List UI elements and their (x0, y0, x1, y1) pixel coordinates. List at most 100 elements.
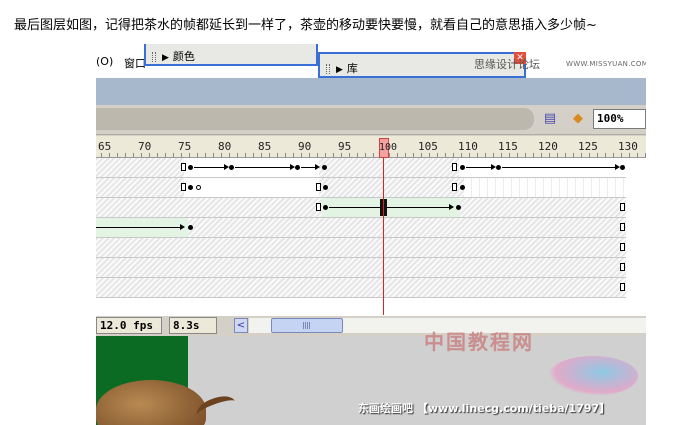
ruler-tick (549, 153, 550, 157)
layer-track-7[interactable] (96, 278, 626, 298)
ruler-tick (173, 153, 174, 157)
ruler-tick (205, 153, 206, 157)
keyframe-dot (295, 165, 300, 170)
ruler-tick (333, 153, 334, 157)
layer-track-3[interactable] (96, 198, 626, 218)
playhead-line (383, 158, 384, 318)
ruler-tick (621, 153, 622, 157)
menu-item-o[interactable]: (O) (96, 55, 113, 68)
ruler-tick (325, 153, 326, 157)
panel-grip[interactable] (326, 64, 330, 74)
ruler-tick (117, 153, 118, 157)
tween-arrowhead (449, 204, 454, 210)
ruler-tick (517, 153, 518, 157)
keyframe-dot (456, 205, 461, 210)
ruler-tick (525, 153, 526, 157)
ruler-tick (277, 153, 278, 157)
layer-track-2[interactable] (96, 178, 626, 198)
scene-breadcrumb-area (96, 108, 534, 130)
timeline-status-bar: 12.0 fps 8.3s < (96, 315, 646, 335)
ruler-tick (405, 153, 406, 157)
menu-item-window[interactable]: 窗口 (124, 55, 146, 71)
end-frame-marker (620, 203, 625, 211)
ruler-tick (605, 153, 606, 157)
ruler-tick (149, 153, 150, 157)
scroll-left-button[interactable]: < (234, 318, 248, 333)
ruler-tick (309, 153, 310, 157)
ruler-tick (317, 153, 318, 157)
ruler-tick (597, 153, 598, 157)
ruler-label: 95 (338, 140, 352, 153)
time-readout: 8.3s (169, 317, 217, 334)
tween-arrow (301, 167, 315, 168)
ruler-label: 115 (498, 140, 518, 153)
color-panel-title: 颜色 (172, 50, 195, 63)
ruler-tick (397, 153, 398, 157)
keyframe-dot (188, 185, 193, 190)
ruler-tick (349, 153, 350, 157)
ruler-tick (253, 153, 254, 157)
tween-arrowhead (315, 164, 320, 170)
keyframe-dot (460, 185, 465, 190)
ruler-tick (493, 153, 494, 157)
frame-span (464, 178, 626, 197)
fps-readout[interactable]: 12.0 fps (96, 317, 162, 334)
watermark-bottom: 东画绘画吧 【www.linecg.com/tieba/1797】 (358, 402, 611, 415)
ruler-tick (181, 153, 182, 157)
panel-grip[interactable] (152, 52, 156, 62)
ruler-tick (485, 153, 486, 157)
ruler-tick (589, 153, 590, 157)
ruler-tick (557, 153, 558, 157)
frame-span (184, 178, 319, 197)
ruler-tick (373, 153, 374, 157)
watermark-top-url: WWW.MISSYUAN.COM (566, 60, 646, 68)
end-frame-marker (181, 183, 186, 191)
timeline-ruler[interactable]: 65 70 75 80 85 90 95 105 110 115 120 125 130 (96, 136, 646, 158)
zoom-field[interactable]: 100% (593, 109, 646, 129)
keyframe-dot (188, 225, 193, 230)
edit-scene-icon[interactable]: ▤ (540, 110, 560, 128)
ruler-tick (645, 153, 646, 157)
timeline-frames (96, 158, 646, 318)
ruler-tick (637, 153, 638, 157)
end-frame-marker (452, 183, 457, 191)
end-frame-marker (620, 243, 625, 251)
ruler-tick (365, 153, 366, 157)
layer-track-6[interactable] (96, 258, 626, 278)
edit-symbol-icon[interactable]: ◆ (568, 110, 588, 128)
ruler-tick (437, 153, 438, 157)
ruler-tick (389, 153, 390, 157)
ruler-tick (533, 153, 534, 157)
ruler-tick (285, 153, 286, 157)
scrollbar-thumb[interactable] (271, 318, 343, 333)
expand-arrow-icon[interactable]: ▶ (336, 65, 343, 75)
layer-track-5[interactable] (96, 238, 626, 258)
keyframe-dot (496, 165, 501, 170)
ruler-tick (101, 153, 102, 157)
layer-track-1[interactable] (96, 158, 626, 178)
ruler-tick (237, 153, 238, 157)
ruler-label: 85 (258, 140, 272, 153)
ruler-tick (165, 153, 166, 157)
tween-arrow (194, 167, 224, 168)
ruler-label: 75 (178, 140, 192, 153)
keyframe-dot (323, 205, 328, 210)
expand-arrow-icon[interactable]: ▶ (162, 53, 169, 63)
tween-arrow (96, 227, 180, 228)
ruler-tick (429, 153, 430, 157)
ruler-tick (197, 153, 198, 157)
tween-arrow (466, 167, 491, 168)
edit-toolbar: ▤ ◆ 100% (96, 105, 646, 135)
playhead-frame[interactable]: 100 (379, 138, 397, 158)
keyframe-dot (460, 165, 465, 170)
ruler-tick (613, 153, 614, 157)
layer-track-4[interactable] (96, 218, 626, 238)
ruler-tick (269, 153, 270, 157)
ruler-label: 80 (218, 140, 232, 153)
ruler-label: 90 (298, 140, 312, 153)
tween-arrowhead (180, 224, 185, 230)
ruler-tick (109, 153, 110, 157)
ruler-tick (565, 153, 566, 157)
color-panel[interactable]: ▶ 颜色 (144, 44, 318, 66)
ruler-tick (421, 153, 422, 157)
